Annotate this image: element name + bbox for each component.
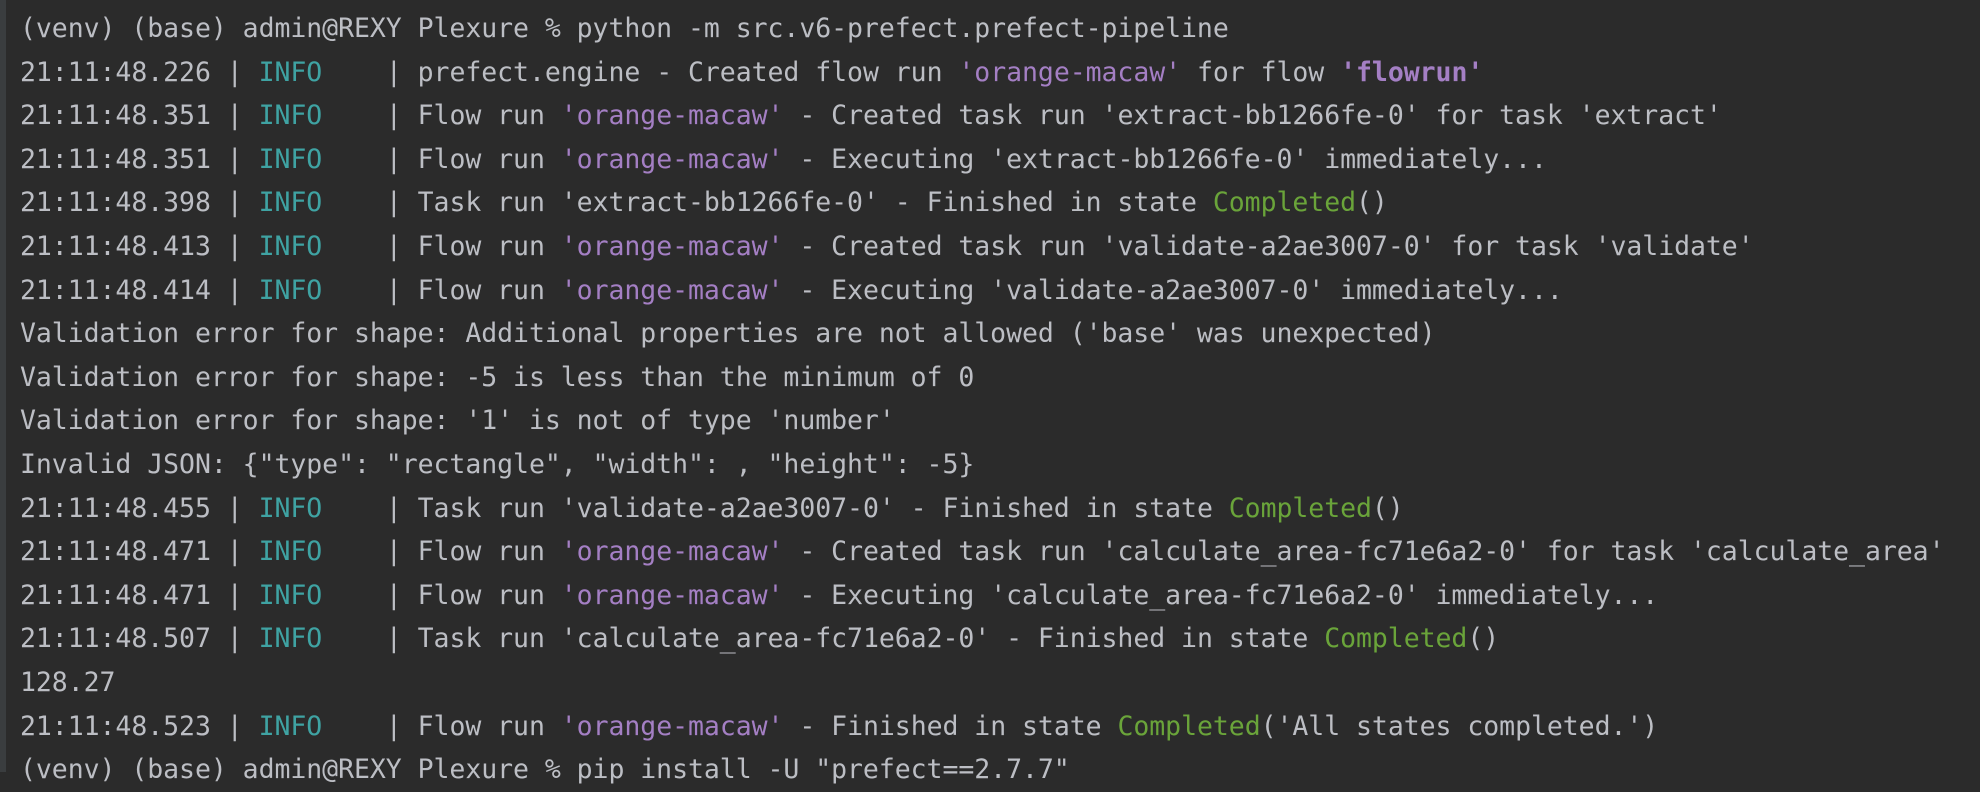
terminal-gutter [0,0,6,772]
terminal-line: 21:11:48.351 | INFO | Flow run 'orange-m… [20,138,1980,182]
terminal-line: Validation error for shape: '1' is not o… [20,399,1980,443]
line-text: Validation error for shape: -5 is less t… [20,361,975,393]
terminal-line: 21:11:48.455 | INFO | Task run 'validate… [20,487,1980,531]
log-level: INFO [258,623,323,655]
line-text: 21:11:48.507 | [20,623,259,655]
line-text: 21:11:48.455 | [20,492,259,524]
line-text: 21:11:48.226 | [20,56,259,88]
state-label: Completed [1228,492,1372,524]
run-name: 'orange-macaw' [958,56,1182,88]
log-level: INFO [258,710,323,742]
terminal-line: 21:11:48.351 | INFO | Flow run 'orange-m… [20,94,1980,138]
line-text: Validation error for shape: '1' is not o… [20,405,895,437]
line-text: | Flow run [322,710,561,742]
state-label: Completed [1117,710,1261,742]
log-level: INFO [258,230,323,262]
line-text: - Executing 'calculate_area-fc71e6a2-0' … [783,579,1659,611]
line-text: 21:11:48.351 | [20,143,259,175]
log-level: INFO [258,492,323,524]
terminal-line: (venv) (base) admin@REXY Plexure % pip i… [20,748,1980,792]
line-text: | Flow run [322,230,561,262]
log-level: INFO [258,187,323,219]
line-text: Validation error for shape: Additional p… [20,318,1436,350]
line-text: - Executing 'extract-bb1266fe-0' immedia… [783,143,1547,175]
log-level: INFO [258,579,323,611]
line-text: | Task run 'extract-bb1266fe-0' - Finish… [322,187,1213,219]
line-text: - Finished in state [783,710,1118,742]
terminal-line: 21:11:48.523 | INFO | Flow run 'orange-m… [20,705,1980,749]
state-label: Completed [1324,623,1468,655]
line-text: (venv) (base) admin@REXY Plexure % pytho… [20,13,1229,44]
terminal-line: 21:11:48.226 | INFO | prefect.engine - C… [20,51,1980,95]
line-text: 21:11:48.471 | [20,536,259,568]
log-level: INFO [258,143,323,175]
terminal-line: 21:11:48.413 | INFO | Flow run 'orange-m… [20,225,1980,269]
line-text: 21:11:48.471 | [20,579,259,611]
line-text: for flow [1181,56,1341,88]
log-level: INFO [258,274,323,306]
line-text: | Flow run [322,536,561,568]
line-text: 21:11:48.414 | [20,274,259,306]
line-text: 21:11:48.351 | [20,100,259,132]
log-level: INFO [258,536,323,568]
run-name: 'orange-macaw' [560,230,784,262]
terminal-output[interactable]: (venv) (base) admin@REXY Plexure % pytho… [20,7,1980,792]
line-text: - Created task run 'extract-bb1266fe-0' … [783,100,1722,132]
run-name: 'orange-macaw' [560,710,784,742]
line-text: Invalid JSON: {"type": "rectangle", "wid… [20,448,975,480]
run-name: 'flowrun' [1340,56,1484,88]
run-name: 'orange-macaw' [560,143,784,175]
line-text: () [1371,492,1404,524]
terminal-line: 21:11:48.471 | INFO | Flow run 'orange-m… [20,574,1980,618]
line-text: () [1356,187,1388,219]
terminal-line: (venv) (base) admin@REXY Plexure % pytho… [20,7,1980,51]
terminal-line: 21:11:48.471 | INFO | Flow run 'orange-m… [20,530,1980,574]
line-text: | Task run 'calculate_area-fc71e6a2-0' -… [322,623,1325,655]
line-text: (venv) (base) admin@REXY Plexure % pip i… [20,754,1070,786]
line-text: | Task run 'validate-a2ae3007-0' - Finis… [322,492,1229,524]
line-text: ('All states completed.') [1260,710,1659,742]
line-text: 21:11:48.413 | [20,230,259,262]
terminal-line: Validation error for shape: -5 is less t… [20,356,1980,400]
line-text: 21:11:48.398 | [20,187,259,219]
terminal-line: 128.27 [20,661,1980,705]
log-level: INFO [258,56,323,88]
line-text: - Created task run 'validate-a2ae3007-0'… [783,230,1754,262]
line-text: () [1467,623,1500,655]
terminal-line: 21:11:48.398 | INFO | Task run 'extract-… [20,181,1980,225]
terminal-line: 21:11:48.507 | INFO | Task run 'calculat… [20,617,1980,661]
line-text: 128.27 [20,666,116,698]
line-text: | Flow run [322,100,561,132]
line-text: - Created task run 'calculate_area-fc71e… [783,536,1945,568]
run-name: 'orange-macaw' [560,100,784,132]
terminal-line: Invalid JSON: {"type": "rectangle", "wid… [20,443,1980,487]
line-text: 21:11:48.523 | [20,710,259,742]
terminal-line: Validation error for shape: Additional p… [20,312,1980,356]
run-name: 'orange-macaw' [560,536,784,568]
state-label: Completed [1212,187,1356,219]
line-text: | Flow run [322,274,561,306]
line-text: | Flow run [322,579,561,611]
run-name: 'orange-macaw' [560,579,784,611]
terminal-line: 21:11:48.414 | INFO | Flow run 'orange-m… [20,269,1980,313]
log-level: INFO [258,100,323,132]
line-text: - Executing 'validate-a2ae3007-0' immedi… [783,274,1563,306]
line-text: | prefect.engine - Created flow run [322,56,959,88]
line-text: | Flow run [322,143,561,175]
run-name: 'orange-macaw' [560,274,784,306]
